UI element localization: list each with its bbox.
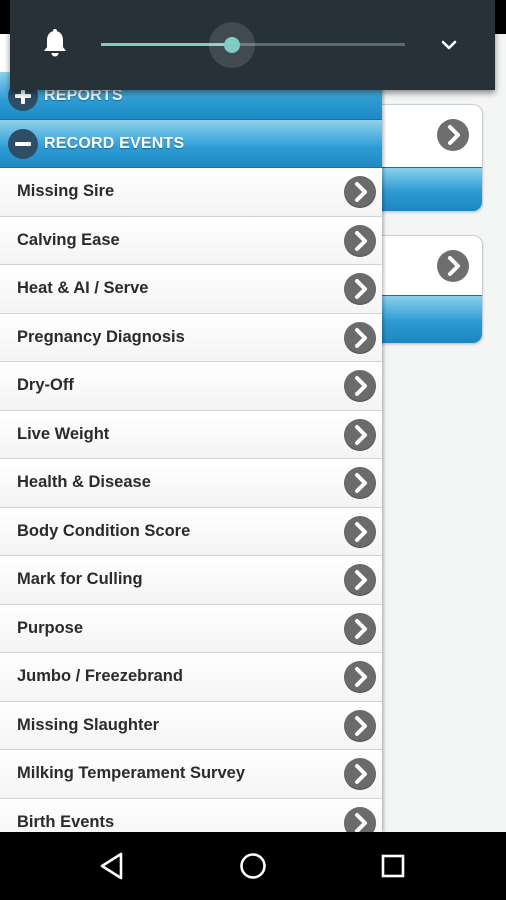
- chevron-right-icon: [344, 515, 376, 548]
- bell-icon[interactable]: [40, 28, 70, 60]
- list-item-label: Heat & AI / Serve: [17, 279, 149, 297]
- list-item[interactable]: Milking Temperament Survey: [0, 750, 382, 799]
- list-item-label: Mark for Culling: [17, 570, 143, 588]
- section-header-record-events[interactable]: RECORD EVENTS: [0, 120, 382, 168]
- minus-icon: [8, 129, 38, 159]
- navigation-bar: [0, 832, 506, 900]
- list-item[interactable]: Calving Ease: [0, 216, 382, 265]
- chevron-right-icon: [344, 806, 376, 832]
- list-item[interactable]: Purpose: [0, 604, 382, 653]
- list-item-label: Birth Events: [17, 812, 115, 831]
- list-item-label: Dry-Off: [17, 376, 74, 394]
- volume-panel: [10, 0, 495, 90]
- chevron-down-icon[interactable]: [438, 35, 460, 55]
- chevron-right-icon: [344, 612, 376, 645]
- chevron-right-icon: [437, 119, 469, 151]
- chevron-right-icon: [344, 709, 376, 742]
- list-item-label: Missing Sire: [17, 182, 115, 200]
- navigation-drawer: REPORTS RECORD EVENTS Missing Sire Calvi…: [0, 34, 382, 832]
- list-item[interactable]: Live Weight: [0, 410, 382, 459]
- list-item[interactable]: Pregnancy Diagnosis: [0, 313, 382, 362]
- list-item[interactable]: Body Condition Score: [0, 507, 382, 556]
- list-item[interactable]: Jumbo / Freezebrand: [0, 653, 382, 702]
- chevron-right-icon: [344, 564, 376, 596]
- chevron-right-icon: [344, 370, 376, 402]
- list-item[interactable]: Heat & AI / Serve: [0, 265, 382, 314]
- chevron-right-icon: [344, 176, 376, 208]
- list-item-label: Live Weight: [17, 424, 110, 443]
- list-item[interactable]: Mark for Culling: [0, 556, 382, 605]
- recent-apps-square-icon[interactable]: [373, 846, 413, 886]
- list-item-label: Health & Disease: [17, 473, 151, 491]
- chevron-right-icon: [344, 467, 376, 499]
- record-events-list: Missing Sire Calving Ease Heat & AI / Se…: [0, 168, 382, 832]
- list-item-label: Purpose: [17, 618, 84, 637]
- list-item[interactable]: Missing Sire: [0, 168, 382, 217]
- home-circle-icon[interactable]: [233, 846, 273, 886]
- chevron-right-icon: [344, 758, 376, 790]
- chevron-right-icon: [344, 321, 376, 354]
- chevron-right-icon: [344, 661, 376, 693]
- list-item[interactable]: Health & Disease: [0, 459, 382, 508]
- list-item-label: Body Condition Score: [17, 521, 191, 540]
- list-item-label: Calving Ease: [17, 230, 120, 249]
- list-item-label: Pregnancy Diagnosis: [17, 327, 185, 346]
- list-item-label: Milking Temperament Survey: [17, 764, 246, 782]
- list-item[interactable]: Birth Events: [0, 798, 382, 832]
- list-item-label: Missing Slaughter: [17, 715, 160, 734]
- list-item-label: Jumbo / Freezebrand: [17, 667, 183, 685]
- chevron-right-icon: [344, 224, 376, 257]
- section-header-label: RECORD EVENTS: [44, 135, 185, 152]
- volume-slider[interactable]: [101, 22, 405, 68]
- back-triangle-icon[interactable]: [93, 846, 133, 886]
- chevron-right-icon: [344, 273, 376, 305]
- chevron-right-icon: [437, 250, 469, 282]
- volume-slider-thumb[interactable]: [223, 37, 240, 53]
- list-item[interactable]: Missing Slaughter: [0, 701, 382, 750]
- list-item[interactable]: Dry-Off: [0, 362, 382, 411]
- chevron-right-icon: [344, 418, 376, 451]
